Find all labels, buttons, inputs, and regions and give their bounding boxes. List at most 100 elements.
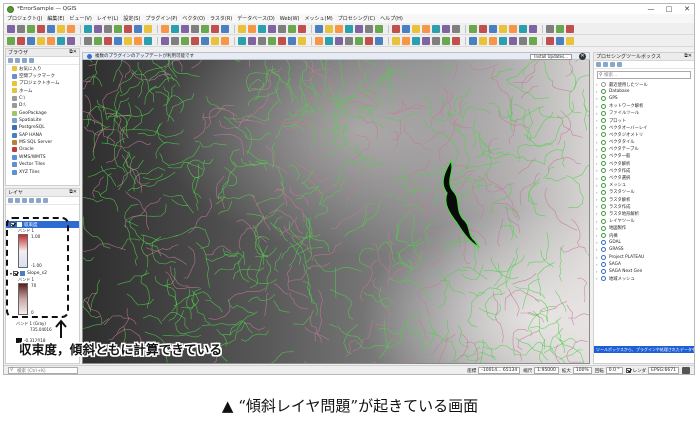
- toolbar-tool-icon[interactable]: [268, 36, 276, 45]
- toolbox-item[interactable]: › 内挿: [596, 232, 694, 239]
- browser-item[interactable]: SAP HANA: [8, 132, 79, 139]
- browser-item[interactable]: PostgreSQL: [8, 124, 79, 131]
- toolbar-tool-icon[interactable]: [469, 36, 477, 45]
- browser-item[interactable]: XYZ Tiles: [8, 168, 79, 175]
- toolbar-tool-icon[interactable]: [17, 36, 25, 45]
- toolbox-item[interactable]: › 地図製作: [596, 225, 694, 232]
- toolbar-tool-icon[interactable]: [335, 24, 343, 33]
- toolbox-item[interactable]: › GPS: [596, 95, 694, 102]
- menu-item[interactable]: メッシュ(M): [305, 15, 333, 22]
- browser-item[interactable]: 空間ブックマーク: [8, 72, 79, 79]
- menu-item[interactable]: 編集(E): [47, 15, 64, 22]
- browser-item[interactable]: C:\: [8, 95, 79, 102]
- toolbar-tool-icon[interactable]: [422, 36, 430, 45]
- rotation-field[interactable]: 0.0 °: [605, 367, 623, 374]
- toolbar-tool-icon[interactable]: [114, 36, 122, 45]
- toolbox-item[interactable]: › ベクタタイル: [596, 139, 694, 146]
- browser-item[interactable]: MS SQL Server: [8, 139, 79, 146]
- toolbar-tool-icon[interactable]: [27, 36, 35, 45]
- render-checkbox[interactable]: [625, 368, 631, 373]
- toolbar-tool-icon[interactable]: [355, 36, 363, 45]
- magnifier-field[interactable]: 100%: [572, 367, 592, 374]
- browser-item[interactable]: SpatiaLite: [8, 117, 79, 124]
- toolbox-item[interactable]: › ベクタ選択: [596, 174, 694, 181]
- toolbar-tool-icon[interactable]: [566, 24, 574, 33]
- menu-item[interactable]: ヘルプ(H): [380, 15, 403, 22]
- menu-item[interactable]: ビュー(V): [69, 15, 91, 22]
- toolbar-tool-icon[interactable]: [47, 36, 55, 45]
- collapse-icon[interactable]: [22, 58, 27, 63]
- toolbar-tool-icon[interactable]: [412, 36, 420, 45]
- toolbar-tool-icon[interactable]: [499, 24, 507, 33]
- toolbar-tool-icon[interactable]: [479, 24, 487, 33]
- toolbar-tool-icon[interactable]: [375, 36, 383, 45]
- toolbox-item[interactable]: › GRASS: [596, 246, 694, 253]
- toolbar-tool-icon[interactable]: [248, 36, 256, 45]
- toolbar-tool-icon[interactable]: [221, 24, 229, 33]
- options-icon[interactable]: [617, 62, 622, 67]
- toolbar-tool-icon[interactable]: [325, 36, 333, 45]
- menu-item[interactable]: データベース(D): [237, 15, 275, 22]
- toolbar-tool-icon[interactable]: [365, 24, 373, 33]
- toolbox-item[interactable]: › ベクタ作成: [596, 167, 694, 174]
- menu-item[interactable]: プロジェクト(J): [7, 15, 42, 22]
- toolbar-tool-icon[interactable]: [67, 24, 75, 33]
- maximize-button[interactable]: □: [660, 4, 678, 14]
- history-icon[interactable]: [603, 62, 608, 67]
- toolbar-tool-icon[interactable]: [529, 24, 537, 33]
- toolbar-tool-icon[interactable]: [442, 36, 450, 45]
- toolbar-tool-icon[interactable]: [181, 36, 189, 45]
- toolbar-tool-icon[interactable]: [566, 36, 574, 45]
- toolbox-item[interactable]: › ベクタオーバーレイ: [596, 124, 694, 131]
- menu-item[interactable]: 設定(S): [123, 15, 140, 22]
- menu-item[interactable]: レイヤ(L): [97, 15, 119, 22]
- toolbar-tool-icon[interactable]: [94, 36, 102, 45]
- toolbar-tool-icon[interactable]: [37, 24, 45, 33]
- results-icon[interactable]: [610, 62, 615, 67]
- toolbar-tool-icon[interactable]: [509, 36, 517, 45]
- menu-item[interactable]: プロセシング(C): [338, 15, 375, 22]
- toolbar-tool-icon[interactable]: [375, 24, 383, 33]
- close-message-button[interactable]: ✕: [579, 53, 586, 60]
- minimize-button[interactable]: —: [642, 4, 660, 14]
- toolbar-tool-icon[interactable]: [546, 24, 554, 33]
- toolbar-tool-icon[interactable]: [181, 24, 189, 33]
- toolbox-search-input[interactable]: 検索...: [597, 71, 691, 79]
- toolbar-tool-icon[interactable]: [335, 36, 343, 45]
- toolbar-tool-icon[interactable]: [345, 24, 353, 33]
- toolbar-tool-icon[interactable]: [211, 36, 219, 45]
- toolbar-tool-icon[interactable]: [288, 36, 296, 45]
- close-panel-icon[interactable]: ⧉✕: [69, 189, 77, 195]
- toolbar-tool-icon[interactable]: [402, 36, 410, 45]
- toolbar-tool-icon[interactable]: [469, 24, 477, 33]
- toolbar-tool-icon[interactable]: [124, 24, 132, 33]
- filter-icon[interactable]: [15, 58, 20, 63]
- browser-item[interactable]: GeoPackage: [8, 109, 79, 116]
- toolbar-tool-icon[interactable]: [452, 36, 460, 45]
- toolbar-tool-icon[interactable]: [171, 36, 179, 45]
- toolbar-tool-icon[interactable]: [134, 36, 142, 45]
- toolbar-tool-icon[interactable]: [37, 36, 45, 45]
- layer-style-icon[interactable]: [8, 198, 13, 203]
- toolbar-tool-icon[interactable]: [489, 24, 497, 33]
- toolbar-tool-icon[interactable]: [104, 24, 112, 33]
- toolbox-item[interactable]: › プロット: [596, 117, 694, 124]
- toolbar-tool-icon[interactable]: [191, 36, 199, 45]
- toolbox-item[interactable]: › GDAL: [596, 239, 694, 246]
- toolbar-tool-icon[interactable]: [94, 24, 102, 33]
- toolbox-item[interactable]: › ラスタ地形解析: [596, 210, 694, 217]
- add-group-icon[interactable]: [15, 198, 20, 203]
- map-canvas[interactable]: [82, 52, 590, 364]
- remove-layer-icon[interactable]: [43, 198, 48, 203]
- toolbar-tool-icon[interactable]: [114, 24, 122, 33]
- coordinate-field[interactable]: -10014... 65134: [478, 367, 521, 374]
- toolbar-tool-icon[interactable]: [432, 24, 440, 33]
- toolbar-tool-icon[interactable]: [104, 36, 112, 45]
- toolbar-tool-icon[interactable]: [211, 24, 219, 33]
- browser-item[interactable]: ホーム: [8, 87, 79, 94]
- toolbar-tool-icon[interactable]: [258, 24, 266, 33]
- toolbar-tool-icon[interactable]: [479, 36, 487, 45]
- model-icon[interactable]: [596, 62, 601, 67]
- toolbar-tool-icon[interactable]: [124, 36, 132, 45]
- toolbar-tool-icon[interactable]: [7, 24, 15, 33]
